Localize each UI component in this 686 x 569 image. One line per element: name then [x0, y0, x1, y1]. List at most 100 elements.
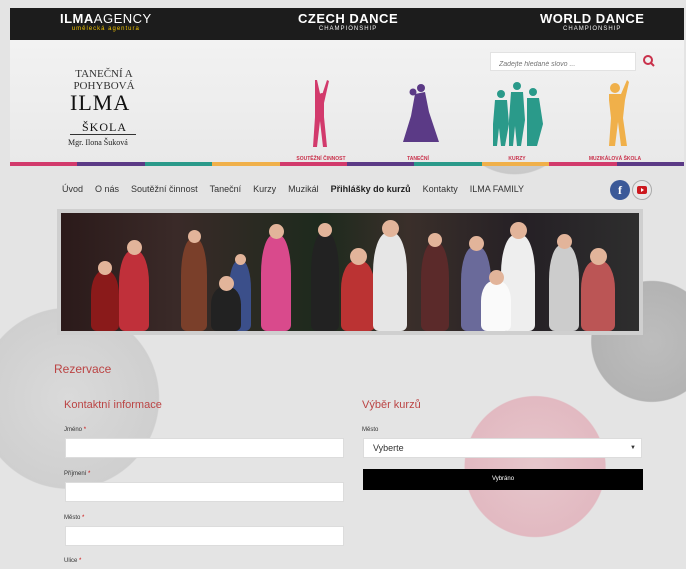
dancer-head	[589, 248, 607, 265]
logo-skola: ŠKOLA	[82, 120, 128, 134]
youtube-icon[interactable]	[632, 180, 652, 200]
required-mark: *	[88, 471, 91, 477]
nav-item[interactable]: Taneční	[210, 184, 242, 200]
czech-dance-title: CZECH DANCE	[298, 11, 399, 26]
dancer-figure	[481, 281, 511, 331]
required-mark: *	[79, 558, 82, 564]
required-mark: *	[83, 427, 87, 433]
dancer-figure	[181, 239, 207, 331]
stripe-segment	[279, 162, 348, 166]
dancer-head	[268, 224, 284, 239]
street-label: Ulice *	[64, 558, 81, 564]
stripe-segment	[10, 162, 78, 166]
category-dance[interactable]: TANEČNÍ	[383, 76, 453, 162]
nav-item[interactable]: ILMA FAMILY	[470, 184, 524, 200]
dancer-head	[98, 261, 112, 275]
course-city-label: Město	[362, 427, 379, 433]
czech-dance-link[interactable]: CZECH DANCE CHAMPIONSHIP	[298, 12, 398, 34]
dancer-head	[126, 240, 142, 255]
dancer-head	[509, 222, 527, 239]
world-dance-title: WORLD DANCE	[540, 11, 645, 26]
last-name-label-text: Příjmení	[64, 471, 87, 477]
dancer-figure	[341, 261, 375, 331]
stripe-segment	[549, 162, 617, 166]
nav-item[interactable]: Přihlášky do kurzů	[331, 184, 411, 200]
course-section-title: Výběr kurzů	[362, 399, 421, 411]
nav-item[interactable]: Úvod	[62, 184, 83, 200]
nav-item[interactable]: Kontakty	[423, 184, 458, 200]
group-teal-icon	[493, 82, 543, 146]
dancer-head	[349, 248, 367, 265]
top-brand-bar: ILMAAGENCY umělecká agentura CZECH DANCE…	[10, 8, 684, 40]
school-logo[interactable]: TANEČNÍ A POHYBOVÁ ILMA ŠKOLA Mgr. Ilona…	[52, 68, 156, 154]
czech-dance-sub: CHAMPIONSHIP	[318, 26, 378, 32]
course-city-select[interactable]: Vyberte ▼	[363, 438, 642, 458]
nav-item[interactable]: Kurzy	[253, 184, 276, 200]
dancer-head	[218, 276, 234, 291]
first-name-label-text: Jméno	[64, 427, 83, 433]
city-label-text: Město	[64, 515, 81, 521]
world-dance-sub: CHAMPIONSHIP	[563, 26, 622, 32]
first-name-label: Jméno *	[64, 427, 86, 433]
dancer-head	[187, 230, 201, 243]
dancer-head	[428, 233, 442, 247]
dancer-figure	[421, 243, 449, 331]
nav-item[interactable]: Muzikál	[288, 184, 319, 200]
search-icon[interactable]	[641, 53, 657, 69]
stripe-segment	[347, 162, 415, 166]
dancer-figure	[373, 233, 407, 331]
dancer-head	[556, 234, 572, 249]
stripe-segment	[414, 162, 482, 166]
world-dance-link[interactable]: WORLD DANCE CHAMPIONSHIP	[540, 12, 644, 34]
ilma-agency-link[interactable]: ILMAAGENCY umělecká agentura	[60, 12, 152, 34]
nav-item[interactable]: Soutěžní činnost	[131, 184, 198, 200]
page: ILMAAGENCY umělecká agentura CZECH DANCE…	[10, 8, 685, 569]
dancer-figure	[261, 235, 291, 331]
ilma-agency-light: AGENCY	[93, 11, 152, 26]
color-stripe	[10, 162, 685, 166]
dancer-figure	[91, 271, 119, 331]
dancer-figure	[549, 245, 579, 331]
street-label-text: Ulice	[64, 558, 78, 564]
logo-arc-text: TANEČNÍ A POHYBOVÁ	[73, 68, 135, 92]
dancer-head	[234, 254, 246, 265]
selected-button[interactable]: Vybráno	[363, 469, 643, 490]
first-name-input[interactable]	[65, 438, 344, 458]
stripe-segment	[77, 162, 145, 166]
last-name-input[interactable]	[65, 482, 344, 502]
dancer-figure	[119, 251, 149, 331]
logo-teacher: Mgr. Ilona Šuková	[68, 138, 128, 147]
search-input[interactable]	[491, 56, 635, 73]
dancer-head	[381, 220, 399, 237]
ilma-agency-bold: ILMA	[60, 11, 94, 26]
site-header: TANEČNÍ A POHYBOVÁ ILMA ŠKOLA Mgr. Ilona…	[10, 40, 684, 162]
category-musical[interactable]: MUZIKÁLOVÁ ŠKOLA	[580, 76, 650, 162]
stripe-segment	[212, 162, 280, 166]
dancer-figure	[581, 261, 615, 331]
facebook-icon[interactable]: f	[610, 180, 630, 200]
nav-item[interactable]: O nás	[95, 184, 119, 200]
stripe-segment	[144, 162, 213, 166]
dancers-purple-icon	[403, 84, 439, 142]
page-title: Rezervace	[54, 362, 112, 376]
dancers-group-photo	[61, 213, 639, 331]
stripe-segment	[481, 162, 550, 166]
chevron-down-icon: ▼	[630, 445, 636, 451]
category-competition[interactable]: SOUTĚŽNÍ ČINNOST	[286, 76, 356, 162]
banner-frame	[57, 209, 643, 335]
course-city-value: Vyberte	[373, 443, 404, 453]
city-input[interactable]	[65, 526, 344, 546]
required-mark: *	[82, 515, 85, 521]
dancer-head	[488, 270, 504, 285]
search-box[interactable]	[490, 52, 636, 73]
ilma-agency-sub: umělecká agentura	[71, 26, 140, 32]
last-name-label: Příjmení *	[64, 471, 90, 477]
dancer-head	[318, 223, 332, 237]
dancer-head	[468, 236, 484, 251]
stripe-segment	[616, 162, 685, 166]
category-courses[interactable]: KURZY	[482, 76, 552, 162]
dancer-figure	[211, 287, 241, 331]
main-nav: Úvod O nás Soutěžní činnost Taneční Kurzy Muz…	[62, 184, 524, 200]
city-label: Město *	[64, 515, 84, 521]
dancer-figure	[311, 233, 339, 331]
